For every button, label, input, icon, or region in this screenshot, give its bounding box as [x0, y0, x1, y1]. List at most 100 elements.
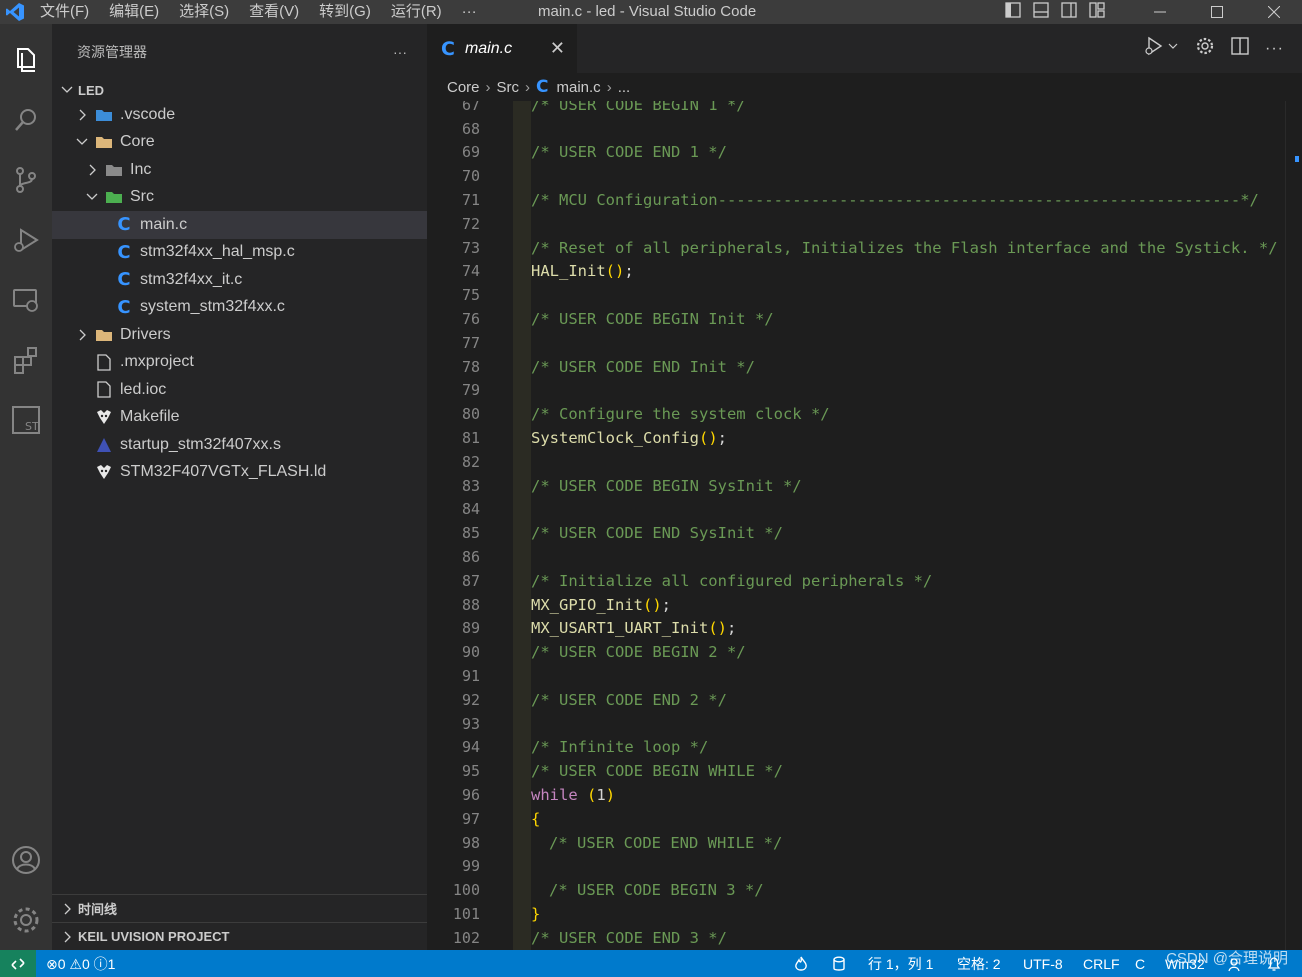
tree-item-drivers[interactable]: Drivers: [52, 321, 427, 349]
code-line: 86: [427, 545, 1289, 569]
line-number: 68: [461, 119, 480, 138]
toggle-panel-icon[interactable]: [1033, 2, 1049, 22]
tree-item-label: Makefile: [120, 408, 180, 426]
indentation-setting[interactable]: 空格: 2: [957, 950, 1001, 977]
tree-item-makefile[interactable]: Makefile: [52, 404, 427, 432]
maximize-button[interactable]: [1188, 0, 1245, 24]
search-icon[interactable]: [0, 94, 52, 146]
indent-guide: [513, 878, 531, 903]
settings-gear-icon[interactable]: [1195, 36, 1215, 61]
code-line: 84: [427, 497, 1289, 522]
tree-item-label: main.c: [140, 215, 188, 233]
breadcrumb-core[interactable]: Core: [447, 79, 480, 96]
menu-item[interactable]: 文件(F): [30, 0, 99, 24]
code-text: }: [531, 905, 541, 924]
problems-indicator[interactable]: ⊗0 ⚠0 ⓘ1: [46, 950, 115, 977]
indent-guide: [513, 331, 531, 355]
eol-setting[interactable]: CRLF: [1083, 950, 1120, 977]
indent-guide: [513, 164, 531, 189]
tab-main-c[interactable]: C main.c ✕: [427, 24, 577, 73]
code-line: 79: [427, 378, 1289, 403]
minimize-button[interactable]: [1131, 0, 1188, 24]
split-editor-icon[interactable]: [1231, 37, 1249, 60]
code-line: 95 /* USER CODE BEGIN WHILE */: [427, 759, 1289, 784]
close-tab-button[interactable]: ✕: [550, 38, 565, 59]
indent-guide: [513, 545, 531, 569]
tree-item-inc[interactable]: Inc: [52, 156, 427, 184]
code-line: 81 SystemClock_Config();: [427, 426, 1289, 450]
breadcrumb-symbols[interactable]: ...: [618, 79, 631, 96]
line-number: 96: [461, 786, 480, 805]
run-debug-icon[interactable]: [0, 214, 52, 266]
remote-indicator-icon[interactable]: [0, 950, 36, 977]
menu-item[interactable]: 查看(V): [239, 0, 309, 24]
menu-item[interactable]: 运行(R): [381, 0, 452, 24]
code-text: /* USER CODE END 3 */: [531, 928, 727, 947]
database-icon[interactable]: [832, 950, 846, 977]
indent-guide: [513, 378, 531, 403]
csdn-watermark: CSDN @合理说明: [1166, 950, 1288, 967]
vscode-logo-icon: [0, 0, 30, 24]
explorer-more-button[interactable]: ···: [393, 44, 407, 60]
code-line: 70: [427, 164, 1289, 189]
toggle-secondary-sidebar-icon[interactable]: [1061, 2, 1077, 22]
encoding-setting[interactable]: UTF-8: [1023, 950, 1063, 977]
flame-icon[interactable]: [794, 950, 808, 977]
line-number: 70: [461, 167, 480, 186]
tree-item-led-ioc[interactable]: led.ioc: [52, 376, 427, 404]
customize-layout-icon[interactable]: [1089, 2, 1105, 22]
tree-item-system-stm32f4xx-c[interactable]: Csystem_stm32f4xx.c: [52, 294, 427, 322]
folder-open-icon: [94, 133, 114, 151]
breadcrumb-src[interactable]: Src: [497, 79, 520, 96]
tree-item-src[interactable]: Src: [52, 184, 427, 212]
indent-guide: [513, 783, 531, 807]
language-mode[interactable]: C: [1135, 950, 1145, 977]
line-number: 82: [461, 452, 480, 471]
tree-item-stm32f4xx-it-c[interactable]: Cstm32f4xx_it.c: [52, 266, 427, 294]
tree-item-mxproject[interactable]: .mxproject: [52, 349, 427, 377]
run-debug-dropdown-icon[interactable]: [1143, 36, 1179, 61]
chevron-down-icon: [74, 136, 90, 148]
editor-scrollbar[interactable]: [1285, 101, 1302, 950]
tree-item-core[interactable]: Core: [52, 129, 427, 157]
line-number: 83: [461, 476, 480, 495]
menu-overflow-button[interactable]: ···: [452, 0, 487, 24]
menu-item[interactable]: 编辑(E): [99, 0, 169, 24]
chevron-right-icon: ›: [525, 78, 531, 96]
breadcrumb-file[interactable]: main.c: [557, 79, 601, 96]
extensions-icon[interactable]: [0, 334, 52, 386]
menu-item[interactable]: 转到(G): [309, 0, 381, 24]
tree-item-stm32f4xx-hal-msp-c[interactable]: Cstm32f4xx_hal_msp.c: [52, 239, 427, 267]
indent-guide: [513, 283, 531, 308]
cursor-position[interactable]: 行 1，列 1: [868, 950, 933, 977]
toggle-primary-sidebar-icon[interactable]: [1005, 2, 1021, 22]
indent-guide: [513, 235, 531, 260]
menu-item[interactable]: 选择(S): [169, 0, 239, 24]
tree-item-startup-stm32f407xx-s[interactable]: startup_stm32f407xx.s: [52, 431, 427, 459]
workspace-root-label: LED: [78, 82, 104, 98]
st-icon[interactable]: ST: [0, 394, 52, 446]
account-icon[interactable]: [0, 834, 52, 886]
more-actions-icon[interactable]: ···: [1265, 40, 1284, 58]
timeline-section[interactable]: 时间线: [52, 894, 427, 922]
tree-item-vscode[interactable]: .vscode: [52, 101, 427, 129]
workspace-root[interactable]: LED: [52, 79, 427, 101]
c-file-icon: C: [117, 241, 131, 263]
tree-item-stm32f407vgtx-flash-ld[interactable]: STM32F407VGTx_FLASH.ld: [52, 459, 427, 487]
code-line: 75: [427, 283, 1289, 308]
close-window-button[interactable]: [1245, 0, 1302, 24]
line-number: 69: [461, 143, 480, 162]
explorer-icon[interactable]: [0, 34, 52, 86]
source-control-icon[interactable]: [0, 154, 52, 206]
tree-item-main-c[interactable]: Cmain.c: [52, 211, 427, 239]
indent-guide: [513, 688, 531, 712]
explorer-sidebar: 资源管理器 ··· LED .vscode Core Inc Src Cmain.c Cs…: [52, 24, 427, 950]
explorer-title: 资源管理器: [77, 43, 147, 60]
code-line: 99: [427, 854, 1289, 879]
svg-text:ST: ST: [25, 420, 39, 433]
remote-explorer-icon[interactable]: [0, 274, 52, 326]
line-number: 80: [461, 405, 480, 424]
code-editor[interactable]: 67 /* USER CODE BEGIN 1 */ 68 69 /* USER COD…: [427, 101, 1289, 950]
keil-project-section[interactable]: KEIL UVISION PROJECT: [52, 922, 427, 950]
manage-gear-icon[interactable]: [0, 894, 52, 946]
